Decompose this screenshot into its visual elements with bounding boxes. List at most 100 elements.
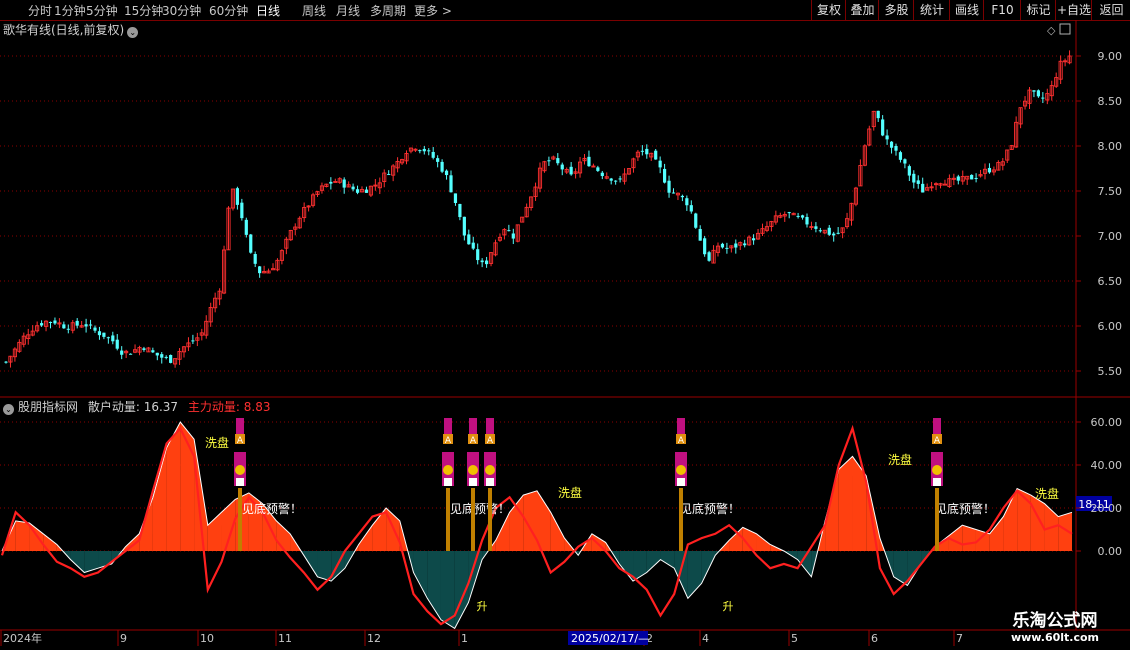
candle-body — [106, 337, 110, 339]
candle-body — [191, 340, 195, 342]
rise-label: 升 — [723, 600, 734, 613]
candle-body — [680, 195, 684, 198]
candle-body — [703, 238, 707, 255]
candle-body — [444, 170, 449, 176]
bottom-warning-label: 见底预警！ — [450, 501, 510, 516]
candle-body — [956, 176, 960, 181]
signal-top-block — [469, 418, 477, 434]
candle-body — [1036, 90, 1040, 97]
xaxis-label: 1 — [461, 632, 468, 645]
candle-body — [970, 174, 974, 180]
candle-body — [805, 216, 809, 225]
candle-body — [974, 177, 978, 179]
candle-body — [440, 161, 444, 172]
chart-canvas[interactable]: 洗盘洗盘洗盘洗盘见底预警！ 见底预警！ 见底预警！ 见底预警！升 升A A A A A A18.1… — [0, 0, 1130, 650]
candle-body — [422, 148, 426, 152]
signal-stem — [488, 488, 492, 551]
candle-body — [596, 167, 600, 171]
momentum-area-segment — [838, 456, 853, 551]
candle-body — [467, 234, 471, 245]
candle-body — [329, 181, 333, 184]
signal-bag-glyph: A — [445, 436, 452, 446]
candle-body — [898, 152, 903, 160]
xaxis-label: 9 — [120, 632, 127, 645]
candle-body — [569, 166, 573, 175]
candle-body — [249, 234, 253, 253]
momentum-area-segment — [1030, 495, 1045, 551]
bottom-warning-label: 见底预警！ — [935, 501, 995, 516]
candle-body — [685, 198, 689, 206]
candle-body — [618, 178, 622, 180]
signal-bag-glyph: A — [487, 436, 494, 446]
candle-body — [814, 226, 818, 229]
indicator-tick-label: 60.00 — [1091, 416, 1123, 429]
xaxis-label: 12 — [367, 632, 381, 645]
signal-stem — [935, 488, 939, 551]
signal-foot — [677, 478, 685, 486]
candle-body — [547, 160, 551, 162]
candle-body — [115, 339, 119, 349]
candle-body — [694, 213, 698, 228]
bottom-warning-label: 见底预警！ — [242, 501, 302, 516]
price-tick-label: 8.50 — [1098, 95, 1123, 108]
candle-body — [889, 141, 894, 148]
xaxis-label: 5 — [791, 632, 798, 645]
candle-body — [169, 355, 173, 363]
wash-label: 洗盘 — [1035, 486, 1059, 501]
candle-body — [88, 324, 93, 326]
candle-body — [658, 160, 662, 168]
signal-foot — [486, 478, 494, 486]
momentum-area-segment — [358, 525, 373, 551]
momentum-area-segment — [674, 551, 688, 599]
momentum-area-segment — [537, 490, 551, 551]
money-bag-icon — [468, 465, 478, 475]
xaxis-label: 4 — [702, 632, 709, 645]
momentum-area-segment — [194, 439, 208, 551]
candle-body — [120, 350, 124, 355]
signal-bag-glyph: A — [678, 436, 685, 446]
candle-body — [800, 215, 805, 218]
signal-top-block — [236, 418, 244, 434]
price-tick-label: 6.50 — [1098, 275, 1123, 288]
candle-body — [258, 266, 262, 274]
candle-body — [876, 110, 880, 119]
candle-body — [912, 173, 916, 183]
axes: 5.50 6.00 6.50 7.00 7.50 8.00 8.50 9.00 0.00 20.0… — [0, 50, 1123, 646]
watermark-url: www.60lt.com — [1010, 631, 1100, 644]
money-bag-icon — [676, 465, 686, 475]
candle-body — [881, 119, 885, 136]
candle-body — [427, 150, 431, 152]
candle-body — [4, 361, 8, 363]
signal-foot — [933, 478, 941, 486]
price-tick-label: 6.00 — [1098, 320, 1123, 333]
diamond-icon: ◇ — [1047, 24, 1056, 37]
wash-label: 洗盘 — [888, 452, 912, 467]
candle-body — [832, 233, 836, 236]
signal-stem — [679, 488, 683, 551]
xaxis-label: 6 — [871, 632, 878, 645]
momentum-area-segment — [495, 512, 510, 551]
candle-body — [449, 175, 453, 193]
candle-body — [75, 320, 79, 326]
indicator-tick-label: 0.00 — [1098, 545, 1123, 558]
signal-foot — [444, 478, 452, 486]
candle-body — [787, 212, 791, 214]
candlestick-series — [4, 50, 1072, 368]
candle-body — [725, 247, 729, 249]
candle-body — [40, 323, 44, 326]
candle-body — [253, 254, 257, 264]
signal-bag-glyph: A — [237, 436, 244, 446]
xaxis-label: 7 — [956, 632, 963, 645]
candle-body — [436, 158, 440, 162]
indicator-tick-label: 40.00 — [1091, 459, 1123, 472]
candle-body — [689, 205, 693, 212]
signal-top-block — [486, 418, 494, 434]
momentum-area-segment — [660, 551, 675, 569]
candle-body — [235, 188, 239, 205]
signal-stem — [471, 488, 475, 551]
momentum-area-segment — [825, 469, 839, 551]
rise-label: 升 — [477, 600, 488, 613]
candle-body — [471, 242, 475, 249]
candle-body — [453, 193, 458, 203]
candle-body — [987, 167, 992, 173]
